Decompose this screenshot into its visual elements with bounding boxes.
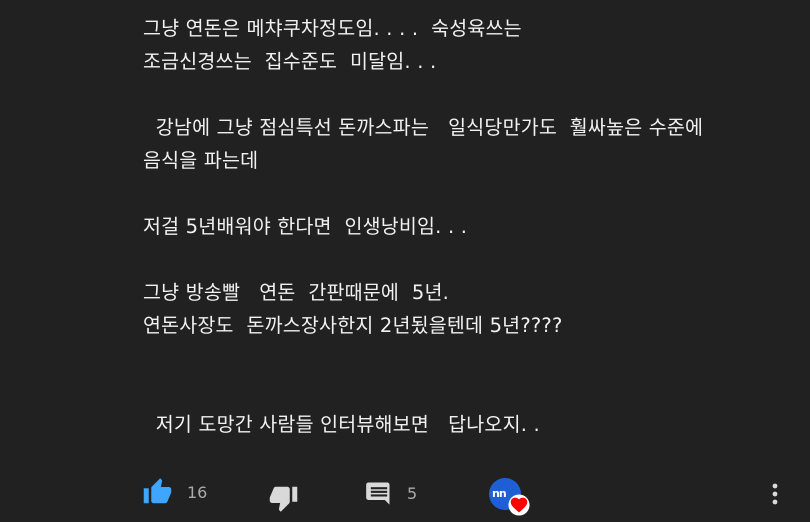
comment-line-blank [143,177,783,210]
comment-line: 저걸 5년배워야 한다면 인생낭비임. . . [143,215,468,238]
comment-line-blank [143,342,783,408]
comment-icon [365,478,393,508]
comment-line: 저기 도망간 사람들 인터뷰해보면 답나오지. . [143,413,540,436]
comment-line-blank [143,243,783,276]
comment-line: 그냥 방송빨 연돈 간판때문에 5년. [143,281,450,304]
comment-text: 그냥 연돈은 메챠쿠차정도임. . . . 숙성육쓰는 조금신경쓰는 집수준도 … [143,12,783,441]
comment-action-bar: 16 5 nn [0,470,810,516]
comment-line-blank [143,78,783,111]
comment-line: 조금신경쓰는 집수준도 미달임. . . [143,50,437,73]
like-count: 16 [187,482,208,502]
comment-line: 음식을 파는데 [143,149,259,172]
avatar-text: nn [492,487,507,500]
like-button[interactable]: 16 [142,477,207,507]
comment-line: 그냥 연돈은 메챠쿠차정도임. . . . 숙성육쓰는 [143,17,522,40]
reply-count: 5 [407,483,418,503]
heart-icon [508,494,530,516]
creator-heart-badge: nn [489,478,531,518]
more-vertical-icon [771,483,779,512]
comment-line: 연돈사장도 돈까스장사한지 2년됬을텐데 5년???? [143,314,563,337]
comment-line: 강남에 그냥 점심특선 돈까스파는 일식당만가도 훨싸높은 수준에 [143,116,704,139]
dislike-button[interactable] [268,483,299,513]
more-options-button[interactable] [771,482,779,508]
thumb-down-icon [268,483,299,513]
thumb-up-icon [142,477,173,507]
reply-button[interactable]: 5 [365,478,417,508]
